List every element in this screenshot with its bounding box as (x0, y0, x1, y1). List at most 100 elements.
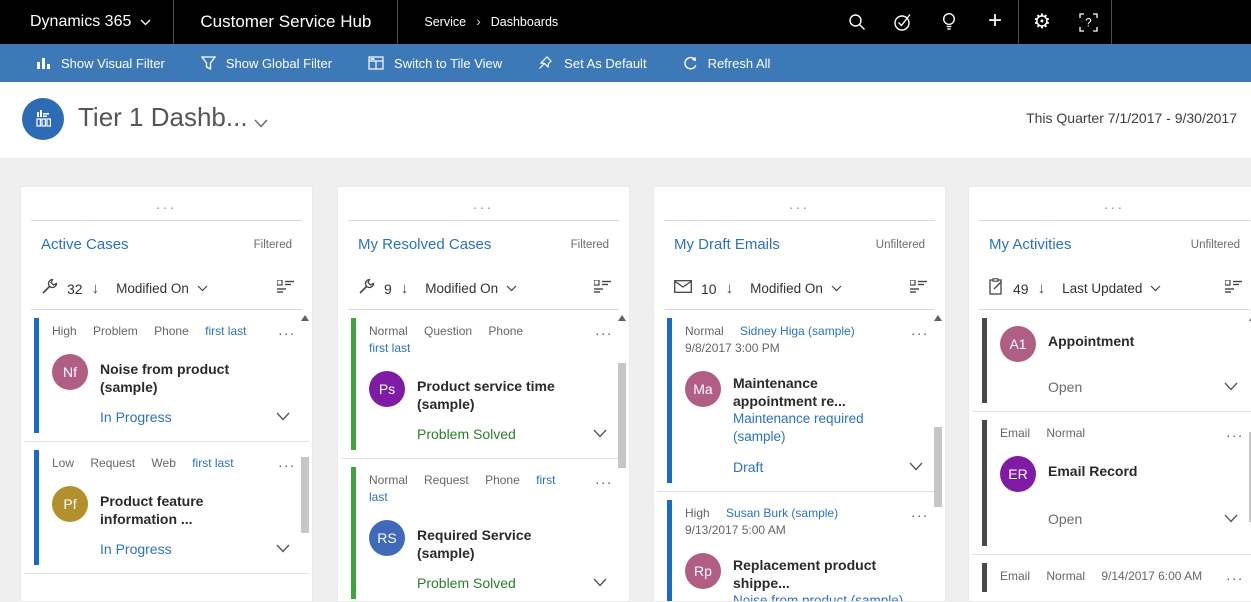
card-expand-chevron-icon[interactable] (276, 408, 290, 426)
stream-title[interactable]: My Draft Emails (674, 236, 780, 253)
card-more-icon[interactable]: ... (595, 323, 613, 337)
sort-field-dropdown[interactable]: Modified On (425, 281, 517, 296)
show-global-filter-button[interactable]: Show Global Filter (183, 44, 350, 82)
stream-view-selector-icon[interactable] (1225, 280, 1242, 298)
card-more-icon[interactable]: ... (595, 472, 613, 486)
scrollbar[interactable] (300, 313, 310, 602)
status-label[interactable]: In Progress (100, 541, 172, 557)
case-card[interactable]: Normal Question Phone first last ... Ps … (338, 310, 629, 458)
sort-descending-icon[interactable]: ↓ (726, 280, 734, 297)
status-label[interactable]: Draft (733, 459, 763, 475)
sort-field-dropdown[interactable]: Last Updated (1062, 281, 1161, 296)
record-avatar[interactable]: Rp (685, 553, 721, 589)
sort-descending-icon[interactable]: ↓ (1038, 280, 1046, 297)
stream-title[interactable]: My Resolved Cases (358, 236, 491, 253)
lightbulb-icon[interactable] (926, 0, 972, 44)
sort-field-dropdown[interactable]: Modified On (116, 281, 208, 296)
status-label[interactable]: Problem Solved (417, 426, 516, 442)
scrollbar-thumb[interactable] (301, 457, 309, 533)
dashboard-selector-chevron-icon[interactable] (254, 115, 268, 133)
record-avatar[interactable]: Ma (685, 371, 721, 407)
scroll-up-icon[interactable] (618, 315, 626, 321)
card-title[interactable]: Product feature information ... (100, 486, 272, 528)
settings-gear-icon[interactable]: ⚙ (1019, 0, 1065, 44)
activity-card[interactable]: A1 Appointment Open (969, 310, 1251, 411)
quick-create-icon[interactable]: + (972, 0, 1018, 43)
customer-link[interactable]: first last (369, 340, 576, 357)
card-more-icon[interactable]: ... (278, 323, 296, 337)
breadcrumb-dashboards[interactable]: Dashboards (491, 15, 558, 29)
brand-menu[interactable]: Dynamics 365 (0, 0, 173, 44)
stream-title[interactable]: Active Cases (41, 236, 129, 253)
card-more-icon[interactable]: ... (911, 323, 929, 337)
status-label[interactable]: Open (1048, 511, 1082, 527)
guided-tasks-icon[interactable] (880, 0, 926, 44)
breadcrumb-service[interactable]: Service (424, 15, 466, 29)
set-as-default-button[interactable]: Set As Default (520, 44, 664, 82)
regarding-link[interactable]: Noise from product (sample) (733, 592, 905, 602)
record-avatar[interactable]: ER (1000, 456, 1036, 492)
card-title[interactable]: Noise from product (sample) (100, 354, 272, 396)
card-title[interactable]: Required Service (sample) (417, 520, 589, 562)
card-title[interactable]: Product service time (sample) (417, 371, 589, 413)
customer-link[interactable]: first last (192, 456, 233, 470)
card-more-icon[interactable]: ... (278, 455, 296, 469)
card-expand-chevron-icon[interactable] (1224, 510, 1238, 528)
customer-link[interactable]: first last (205, 324, 246, 338)
stream-more-handle[interactable]: ... (654, 187, 945, 220)
card-title[interactable]: Appointment (1048, 326, 1134, 350)
case-card[interactable]: High Problem Phone first last ... Nf Noi… (21, 310, 312, 441)
record-avatar[interactable]: Nf (52, 354, 88, 390)
sort-descending-icon[interactable]: ↓ (401, 280, 409, 297)
show-visual-filter-button[interactable]: Show Visual Filter (18, 44, 183, 82)
recipient-link[interactable]: Sidney Higa (sample) (740, 324, 855, 338)
card-expand-chevron-icon[interactable] (1224, 378, 1238, 396)
card-more-icon[interactable]: ... (1226, 425, 1244, 439)
scroll-up-icon[interactable] (301, 315, 309, 321)
card-title[interactable]: Maintenance appointment re... (733, 374, 905, 410)
card-more-icon[interactable]: ... (911, 505, 929, 519)
scrollbar-thumb[interactable] (618, 363, 626, 468)
sort-descending-icon[interactable]: ↓ (92, 280, 100, 297)
scrollbar-thumb[interactable] (934, 427, 942, 507)
record-avatar[interactable]: RS (369, 520, 405, 556)
record-avatar[interactable]: A1 (1000, 326, 1036, 362)
card-expand-chevron-icon[interactable] (593, 574, 607, 592)
activity-card[interactable]: Email Normal 9/14/2017 6:00 AM ... (969, 555, 1251, 600)
record-avatar[interactable]: Pf (52, 486, 88, 522)
recipient-link[interactable]: Susan Burk (sample) (726, 506, 838, 520)
stream-title[interactable]: My Activities (989, 236, 1072, 253)
scroll-up-icon[interactable] (934, 315, 942, 321)
stream-more-handle[interactable]: ... (969, 187, 1251, 220)
stream-view-selector-icon[interactable] (277, 280, 294, 298)
scrollbar[interactable] (933, 313, 943, 602)
status-label[interactable]: Open (1048, 379, 1082, 395)
card-title[interactable]: Email Record (1048, 456, 1137, 480)
regarding-link[interactable]: Maintenance required (sample) (733, 410, 905, 446)
sort-field-dropdown[interactable]: Modified On (750, 281, 842, 296)
case-card[interactable] (21, 574, 312, 588)
dashboard-title[interactable]: Tier 1 Dashb... (78, 102, 248, 133)
record-avatar[interactable]: Ps (369, 371, 405, 407)
stream-more-handle[interactable]: ... (338, 187, 629, 220)
email-card[interactable]: Normal Sidney Higa (sample) 9/8/2017 3:0… (654, 310, 945, 491)
scrollbar[interactable] (617, 313, 627, 602)
app-title[interactable]: Customer Service Hub (174, 0, 397, 44)
card-title[interactable]: Replacement product shippe... (733, 556, 905, 592)
case-card[interactable]: Low Request Web first last ... Pf Produc… (21, 442, 312, 573)
switch-to-tile-view-button[interactable]: Switch to Tile View (350, 44, 520, 82)
search-icon[interactable] (834, 0, 880, 44)
help-icon[interactable]: ? (1065, 0, 1111, 44)
case-card[interactable]: Normal Request Phone first last ... RS R… (338, 459, 629, 602)
activity-card[interactable]: Email Normal ... ER Email Record Open (969, 412, 1251, 554)
card-more-icon[interactable]: ... (1226, 568, 1244, 582)
status-label[interactable]: In Progress (100, 409, 172, 425)
stream-more-handle[interactable]: ... (21, 187, 312, 220)
stream-view-selector-icon[interactable] (594, 280, 611, 298)
stream-view-selector-icon[interactable] (910, 280, 927, 298)
status-label[interactable]: Problem Solved (417, 575, 516, 591)
refresh-all-button[interactable]: Refresh All (665, 44, 789, 82)
card-expand-chevron-icon[interactable] (276, 540, 290, 558)
card-expand-chevron-icon[interactable] (593, 425, 607, 443)
card-expand-chevron-icon[interactable] (909, 458, 923, 476)
